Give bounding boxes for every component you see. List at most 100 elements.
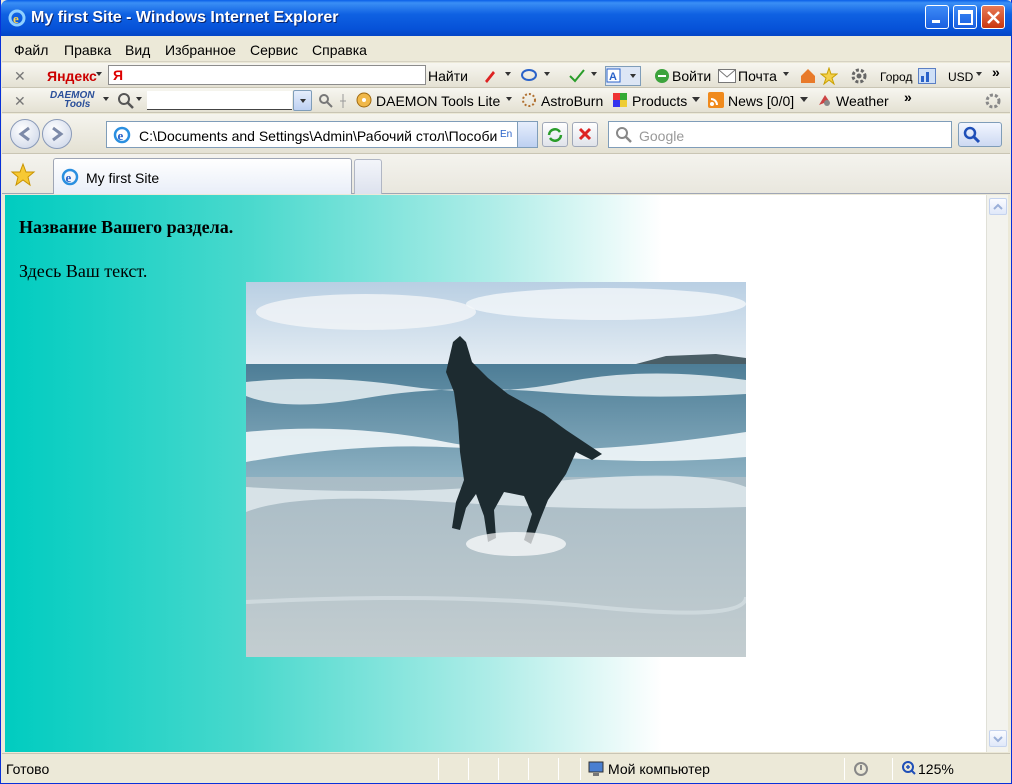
- speech-bubble-icon[interactable]: [520, 67, 538, 85]
- address-dropdown[interactable]: [517, 122, 537, 147]
- maximize-icon: [958, 10, 973, 25]
- window-title: My first Site - Windows Internet Explore…: [31, 9, 339, 26]
- svg-text:e: e: [118, 128, 124, 143]
- gear-icon[interactable]: [850, 67, 868, 85]
- chevron-down-icon[interactable]: [506, 97, 512, 101]
- daemon-search-dropdown[interactable]: [293, 90, 312, 111]
- astroburn-icon: [522, 93, 536, 107]
- astroburn-link[interactable]: AstroBurn: [541, 93, 603, 109]
- new-tab-button[interactable]: [354, 159, 382, 194]
- currency-link[interactable]: USD: [948, 70, 973, 84]
- section-text: Здесь Ваш текст.: [19, 261, 148, 281]
- chevron-down-icon[interactable]: [103, 97, 109, 101]
- toolbar-more-button[interactable]: »: [992, 64, 1000, 80]
- minimize-button[interactable]: [925, 5, 949, 29]
- scroll-up-button[interactable]: [989, 198, 1007, 215]
- stop-icon: [578, 127, 592, 141]
- settings-gear-icon[interactable]: [984, 92, 1002, 110]
- chevron-down-icon[interactable]: [96, 72, 102, 76]
- close-button[interactable]: [981, 5, 1005, 29]
- menu-bar: Файл Правка Вид Избранное Сервис Справка: [2, 36, 1010, 62]
- mail-link[interactable]: Почта: [738, 68, 777, 84]
- search-placeholder: Google: [639, 128, 685, 144]
- rss-icon: [708, 92, 724, 108]
- chevron-down-icon[interactable]: [800, 97, 808, 102]
- status-divider: [498, 758, 499, 780]
- maximize-button[interactable]: [953, 5, 977, 29]
- minimize-icon: [932, 20, 940, 23]
- chevron-down-icon[interactable]: [783, 72, 789, 76]
- tab-my-first-site[interactable]: e My first Site: [53, 158, 352, 194]
- pen-icon[interactable]: [482, 68, 498, 84]
- back-button[interactable]: [10, 119, 40, 149]
- forward-button[interactable]: [42, 119, 72, 149]
- favorites-star-icon[interactable]: [10, 162, 36, 188]
- weather-icon: [819, 95, 830, 106]
- toolbar-close-icon[interactable]: ✕: [14, 93, 26, 110]
- chevron-down-icon[interactable]: [976, 72, 982, 76]
- house-icon[interactable]: [799, 67, 817, 85]
- yandex-glyph: Я: [113, 67, 124, 83]
- section-heading: Название Вашего раздела.: [19, 217, 234, 237]
- status-text: Готово: [6, 761, 50, 777]
- chevron-down-icon[interactable]: [136, 97, 142, 101]
- menu-file[interactable]: Файл: [14, 42, 48, 58]
- protected-mode-icon[interactable]: [853, 761, 869, 777]
- close-icon: [987, 11, 1000, 24]
- search-icon: [616, 127, 632, 143]
- toolbar-close-icon[interactable]: ✕: [14, 68, 26, 85]
- page-content: Название Вашего раздела. Здесь Ваш текст…: [5, 195, 986, 752]
- menu-edit[interactable]: Правка: [64, 42, 111, 58]
- chevron-down-icon[interactable]: [692, 97, 700, 102]
- language-icon: En: [500, 129, 512, 140]
- refresh-button[interactable]: [542, 122, 568, 147]
- horse-photo: [246, 282, 746, 657]
- address-toolbar: e C:\Documents and Settings\Admin\Рабочи…: [2, 114, 1010, 154]
- toolbar-more-button[interactable]: »: [904, 89, 912, 105]
- svg-text:e: e: [13, 11, 19, 26]
- address-input[interactable]: e C:\Documents and Settings\Admin\Рабочи…: [106, 121, 538, 148]
- vertical-scrollbar[interactable]: [986, 195, 1008, 752]
- scroll-down-button[interactable]: [989, 730, 1007, 747]
- status-divider: [844, 758, 845, 780]
- find-highlight-icon[interactable]: [318, 93, 334, 109]
- daemon-logo[interactable]: DAEMON Tools: [50, 91, 94, 110]
- daemon-search-input[interactable]: [147, 91, 292, 110]
- key-icon: [655, 69, 669, 83]
- translate-icon[interactable]: A: [605, 66, 641, 86]
- daemon-tools-lite-link[interactable]: DAEMON Tools Lite: [376, 93, 500, 109]
- chevron-down-icon[interactable]: [544, 72, 550, 76]
- forward-arrow-icon: [52, 126, 64, 142]
- zoom-icon[interactable]: [901, 760, 917, 776]
- products-icon: [613, 93, 627, 107]
- find-button[interactable]: Найти: [428, 68, 468, 84]
- ie-page-icon: e: [61, 168, 79, 186]
- login-link[interactable]: Войти: [672, 68, 711, 84]
- menu-help[interactable]: Справка: [312, 42, 367, 58]
- search-icon[interactable]: [117, 92, 135, 110]
- weather-link[interactable]: Weather: [836, 93, 889, 109]
- ie-icon: e: [8, 9, 26, 27]
- chevron-down-icon: [300, 99, 306, 103]
- star-icon[interactable]: [820, 67, 838, 85]
- chevron-down-icon[interactable]: [505, 72, 511, 76]
- yandex-logo[interactable]: Яндекс: [47, 68, 97, 84]
- news-menu[interactable]: News [0/0]: [728, 93, 794, 109]
- title-bar[interactable]: e My first Site - Windows Internet Explo…: [1, 0, 1012, 36]
- yandex-search-input[interactable]: Я: [108, 65, 426, 85]
- products-menu[interactable]: Products: [632, 93, 687, 109]
- city-link[interactable]: Город: [880, 70, 912, 84]
- menu-favorites[interactable]: Избранное: [165, 42, 236, 58]
- stop-button[interactable]: [572, 122, 598, 147]
- search-input[interactable]: Google: [608, 121, 952, 148]
- weather-widget-icon[interactable]: [918, 68, 936, 84]
- zoom-level[interactable]: 125%: [918, 761, 954, 777]
- mail-icon: [718, 69, 736, 83]
- svg-text:e: e: [66, 170, 72, 185]
- menu-tools[interactable]: Сервис: [250, 42, 298, 58]
- status-bar: Готово Мой компьютер 125%: [2, 753, 1010, 783]
- search-button[interactable]: [958, 122, 1002, 147]
- menu-view[interactable]: Вид: [125, 42, 150, 58]
- chevron-down-icon[interactable]: [591, 72, 597, 76]
- spellcheck-icon[interactable]: [568, 68, 586, 84]
